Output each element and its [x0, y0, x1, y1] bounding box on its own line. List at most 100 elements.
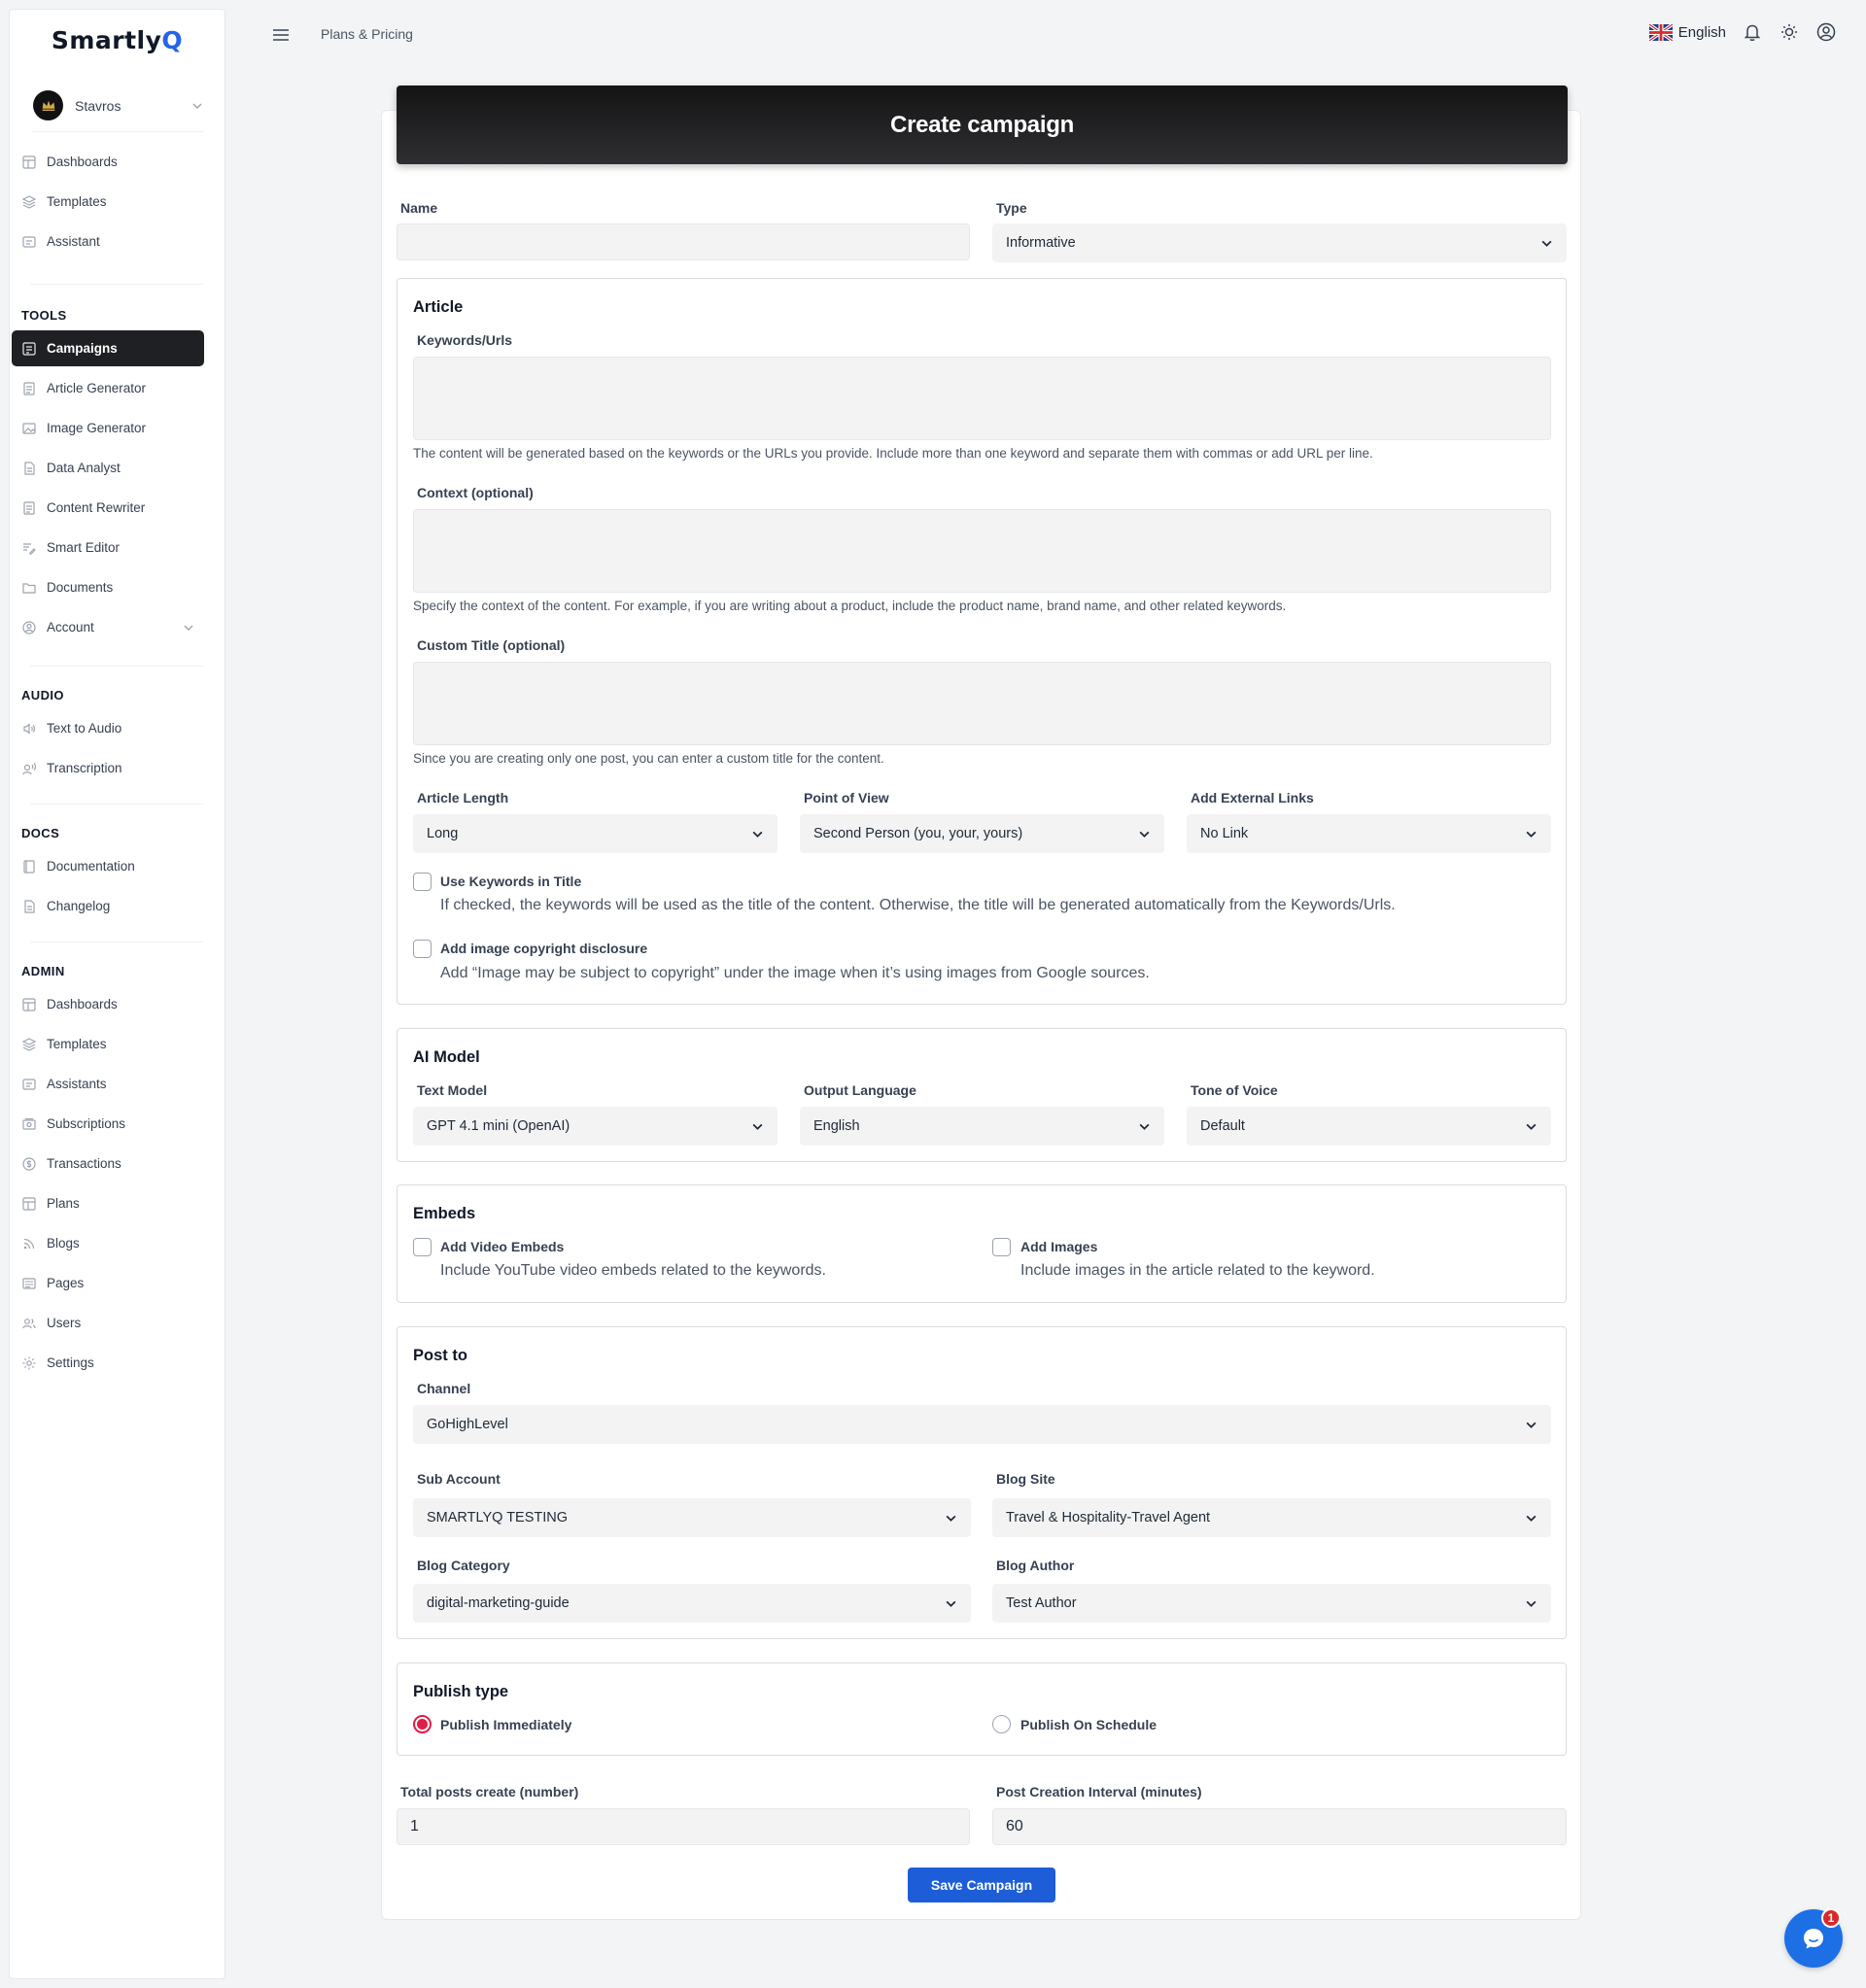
context-textarea[interactable]: [413, 509, 1551, 593]
blog-author-select[interactable]: Test Author: [992, 1584, 1551, 1623]
uk-flag-icon: [1648, 23, 1673, 41]
sub-account-value: SMARTLYQ TESTING: [427, 1510, 569, 1525]
chevron-down-icon: [192, 103, 202, 109]
output-language-select[interactable]: English: [800, 1107, 1164, 1146]
sidebar-item-label: Settings: [47, 1355, 94, 1370]
embeds-section: [397, 1184, 1567, 1303]
sidebar-item-admin-dashboards[interactable]: Dashboards: [12, 986, 204, 1022]
copyright-disclosure-label: Add image copyright disclosure: [440, 941, 648, 956]
sidebar-item-admin-users[interactable]: Users: [12, 1305, 204, 1341]
sidebar-item-image-generator[interactable]: Image Generator: [12, 410, 204, 446]
external-links-select[interactable]: No Link: [1187, 814, 1551, 853]
type-select-value: Informative: [1006, 235, 1076, 251]
save-campaign-button[interactable]: Save Campaign: [908, 1868, 1055, 1902]
sidebar-item-account[interactable]: Account: [12, 609, 204, 645]
breadcrumb[interactable]: Plans & Pricing: [321, 26, 413, 42]
subscription-icon: [22, 1117, 36, 1130]
external-links-label: Add External Links: [1191, 790, 1314, 805]
sidebar-item-admin-assistants[interactable]: Assistants: [12, 1066, 204, 1102]
name-input[interactable]: [397, 223, 970, 260]
sidebar-item-content-rewriter[interactable]: Content Rewriter: [12, 490, 204, 526]
user-circle-icon: [22, 620, 36, 634]
user-profile-icon[interactable]: [1815, 21, 1837, 43]
sidebar-item-admin-templates[interactable]: Templates: [12, 1026, 204, 1062]
custom-title-textarea[interactable]: [413, 662, 1551, 745]
sidebar-item-admin-subscriptions[interactable]: Subscriptions: [12, 1106, 204, 1142]
keywords-textarea[interactable]: [413, 357, 1551, 440]
user-name: Stavros: [75, 97, 121, 114]
folder-icon: [22, 582, 36, 594]
app-logo[interactable]: Smartly Q: [10, 10, 225, 70]
section-title-tools: TOOLS: [21, 308, 67, 323]
sidebar-divider: [30, 666, 203, 667]
chevron-down-icon: [1526, 1600, 1537, 1607]
sidebar-item-label: Pages: [47, 1276, 85, 1290]
add-images-desc: Include images in the article related to…: [1020, 1262, 1375, 1279]
sidebar-item-admin-pages[interactable]: Pages: [12, 1265, 204, 1301]
dashboard-icon: [22, 154, 36, 169]
speaker-icon: [23, 722, 36, 735]
sidebar-item-label: Image Generator: [47, 421, 147, 435]
sidebar-item-label: Smart Editor: [47, 540, 121, 555]
sidebar-item-campaigns[interactable]: Campaigns: [12, 330, 204, 366]
sidebar-item-dashboards[interactable]: Dashboards: [12, 144, 204, 180]
chevron-down-icon: [1139, 831, 1150, 838]
sidebar-item-documentation[interactable]: Documentation: [12, 848, 204, 884]
video-embeds-label: Add Video Embeds: [440, 1239, 565, 1254]
total-posts-input[interactable]: 1: [397, 1808, 970, 1845]
publish-immediately-radio[interactable]: [413, 1715, 432, 1733]
sidebar-item-changelog[interactable]: Changelog: [12, 888, 204, 924]
sidebar-item-assistant[interactable]: Assistant: [12, 223, 204, 259]
chevron-down-icon: [1526, 1422, 1537, 1428]
language-selector[interactable]: English: [1648, 23, 1726, 41]
use-keywords-title-label: Use Keywords in Title: [440, 874, 582, 889]
sun-icon[interactable]: [1779, 21, 1800, 43]
text-model-select[interactable]: GPT 4.1 mini (OpenAI): [413, 1107, 778, 1146]
crown-logo-icon: [42, 100, 54, 111]
dashboard-icon: [22, 1196, 36, 1211]
sidebar-item-article-generator[interactable]: Article Generator: [12, 370, 204, 406]
top-bar: Plans & Pricing English: [225, 0, 1866, 70]
article-length-select[interactable]: Long: [413, 814, 778, 853]
sidebar-item-templates[interactable]: Templates: [12, 184, 204, 220]
video-embeds-checkbox[interactable]: [413, 1238, 432, 1256]
user-switcher[interactable]: Stavros: [31, 80, 203, 132]
sidebar-item-documents[interactable]: Documents: [12, 569, 204, 605]
sidebar-item-text-to-audio[interactable]: Text to Audio: [12, 710, 204, 746]
channel-select[interactable]: GoHighLevel: [413, 1405, 1551, 1444]
add-images-label: Add Images: [1020, 1239, 1098, 1254]
chat-icon: [22, 1078, 36, 1090]
use-keywords-title-checkbox[interactable]: [413, 873, 432, 891]
post-interval-input[interactable]: 60: [992, 1808, 1567, 1845]
gear-icon: [22, 1356, 36, 1369]
external-links-value: No Link: [1200, 826, 1249, 841]
point-of-view-value: Second Person (you, your, yours): [813, 826, 1023, 841]
publish-on-schedule-radio[interactable]: [992, 1715, 1011, 1733]
bell-icon[interactable]: [1742, 21, 1763, 43]
chevron-down-icon: [1541, 240, 1552, 247]
sidebar-item-label: Subscriptions: [47, 1116, 126, 1131]
tone-of-voice-select[interactable]: Default: [1187, 1107, 1551, 1146]
sidebar-item-label: Data Analyst: [47, 461, 121, 475]
add-images-checkbox[interactable]: [992, 1238, 1011, 1256]
tone-of-voice-value: Default: [1200, 1118, 1245, 1134]
blog-site-select[interactable]: Travel & Hospitality-Travel Agent: [992, 1498, 1551, 1537]
sidebar-item-label: Account: [47, 620, 94, 634]
blog-category-select[interactable]: digital-marketing-guide: [413, 1584, 971, 1623]
sidebar-item-smart-editor[interactable]: Smart Editor: [12, 530, 204, 566]
sidebar-item-label: Content Rewriter: [47, 500, 146, 515]
point-of-view-select[interactable]: Second Person (you, your, yours): [800, 814, 1164, 853]
sidebar-item-admin-plans[interactable]: Plans: [12, 1185, 204, 1221]
chevron-down-icon: [752, 1123, 763, 1130]
sidebar-item-transcription[interactable]: Transcription: [12, 750, 204, 786]
type-select[interactable]: Informative: [992, 223, 1567, 262]
sidebar-item-data-analyst[interactable]: Data Analyst: [12, 450, 204, 486]
hamburger-menu-icon[interactable]: [271, 25, 291, 45]
sidebar-admin-nav: ADMIN Dashboards Templates Assistants Su…: [12, 949, 204, 1385]
copyright-disclosure-checkbox[interactable]: [413, 940, 432, 958]
sidebar-item-admin-settings[interactable]: Settings: [12, 1345, 204, 1381]
sidebar-item-label: Campaigns: [47, 341, 118, 356]
sidebar-item-admin-blogs[interactable]: Blogs: [12, 1225, 204, 1261]
sidebar-item-admin-transactions[interactable]: Transactions: [12, 1146, 204, 1182]
sub-account-select[interactable]: SMARTLYQ TESTING: [413, 1498, 971, 1537]
